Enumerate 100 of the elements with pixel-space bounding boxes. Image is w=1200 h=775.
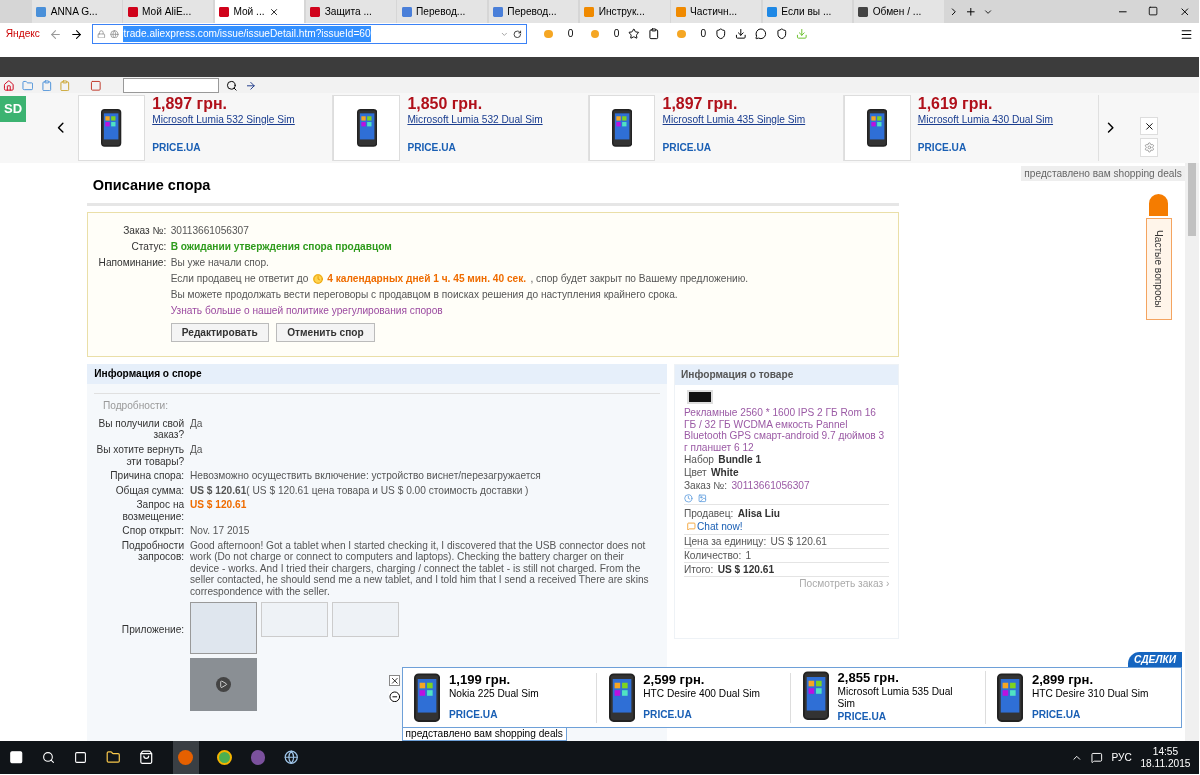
price-text: 1,619 грн. [917, 94, 994, 114]
video-thumbnail[interactable] [189, 658, 257, 711]
clipboard-icon[interactable] [40, 79, 53, 92]
source-logo: PRICE.UA [449, 708, 499, 723]
search-field[interactable] [123, 78, 219, 93]
product-link[interactable]: Microsoft Lumia 435 Single Sim [662, 113, 830, 126]
task-view-icon[interactable] [73, 751, 87, 765]
browser-tab[interactable]: Перевод... [397, 0, 488, 24]
field-value: Да [189, 443, 204, 457]
countdown-text: 4 календарных дней 1 ч. 45 мин. 40 сек. [327, 271, 527, 286]
product-link[interactable]: Microsoft Lumia 532 Single Sim [152, 113, 319, 126]
search-icon[interactable] [42, 751, 56, 765]
store-icon[interactable] [139, 750, 154, 765]
field-label: Вы хотите вернуть эти товары? [95, 443, 185, 468]
tab-favicon-icon [858, 6, 869, 17]
action-button[interactable]: Редактировать [170, 322, 269, 342]
price-text: 1,199 грн. [449, 673, 512, 688]
forward-icon[interactable] [70, 27, 84, 41]
price-text: 2,855 грн. [837, 671, 900, 686]
notification-icon[interactable] [1091, 751, 1103, 764]
field-label: Итого: [683, 563, 714, 577]
tab-favicon-icon [766, 6, 777, 17]
browser-tab[interactable]: Мой AliE... [123, 0, 214, 24]
counter-text: 0 [613, 27, 620, 42]
screenshot-thumbnail[interactable] [332, 601, 399, 637]
product-thumbnail[interactable] [843, 94, 911, 162]
policy-link[interactable]: Узнать больше о нашей политике урегулирования споров [170, 302, 443, 319]
play-icon[interactable] [216, 677, 231, 692]
browser-tab[interactable]: ANNA G... [31, 0, 122, 24]
screenshot-thumbnail[interactable] [189, 601, 257, 655]
field-value: US $ 120.61 [717, 563, 775, 577]
price-text: 2,899 грн. [1031, 673, 1095, 688]
product-link[interactable]: Microsoft Lumia 430 Dual Sim [917, 113, 1085, 126]
field-label: Напоминание: [97, 255, 167, 270]
clock-date: 18.11.2015 [1140, 757, 1191, 770]
source-logo: PRICE.UA [1031, 708, 1082, 723]
browser-tab[interactable]: Обмен / ... [853, 0, 944, 24]
close-icon[interactable] [268, 6, 279, 17]
search-engine-label[interactable]: Яндекс [5, 26, 40, 42]
screenshot-thumbnail[interactable] [260, 601, 328, 637]
field-label: Количество: [683, 549, 742, 563]
back-icon[interactable] [48, 27, 62, 41]
counter-text: 0 [567, 27, 574, 42]
field-label: Продавец: [683, 506, 734, 520]
language-indicator[interactable]: РУС [1111, 750, 1132, 766]
close-icon[interactable] [1178, 5, 1191, 18]
globe-icon[interactable] [284, 750, 299, 765]
clipboard-icon[interactable] [648, 28, 661, 40]
field-label: Причина спора: [109, 470, 185, 482]
new-tab-icon[interactable] [965, 5, 978, 18]
clock-time: 14:55 [1152, 746, 1179, 758]
folder-icon[interactable] [105, 750, 121, 765]
menu-icon[interactable] [1180, 27, 1194, 41]
deadline-text: Если продавец не ответит до [170, 271, 309, 286]
field-label: Заказ №: [683, 479, 728, 493]
source-logo: PRICE.UA [917, 140, 968, 155]
star-icon[interactable] [628, 28, 640, 40]
help-tab[interactable]: Частые вопросы [1145, 218, 1172, 320]
product-link[interactable]: Рекламные 2560 * 1600 IPS 2 ГБ Rom 16 ГБ / 32 ГБ WCDMA емкость Pannel Bluetooth GPS смарт-android 9.7 дюймов 3 г планшет 6 12 [683, 407, 890, 454]
maximize-icon[interactable] [1148, 5, 1159, 16]
product-name[interactable]: Nokia 225 Dual Sim [449, 687, 580, 700]
phone-drawing [101, 109, 122, 147]
chat-icon[interactable] [755, 28, 768, 40]
field-value[interactable]: 30113661056307 [731, 479, 810, 493]
status-text: В ожидании утверждения спора продавцом [170, 239, 392, 254]
tab-favicon-icon [492, 6, 503, 17]
home-icon[interactable] [2, 79, 15, 92]
url-text: trade.aliexpress.com/issue/issueDetail.htm?issueId=60 [123, 26, 371, 42]
browser-tab[interactable]: Защита ... [305, 0, 396, 24]
product-name[interactable]: Microsoft Lumia 535 Dual Sim [837, 685, 969, 710]
product-name[interactable]: HTC Desire 400 Dual Sim [643, 687, 774, 700]
clock-icon [312, 273, 323, 284]
action-button[interactable]: Отменить спор [276, 322, 375, 342]
field-label: Набор [683, 453, 714, 467]
page-title: Описание спора [92, 176, 212, 196]
source-logo: PRICE.UA [152, 140, 202, 155]
browser-tab[interactable]: Если вы ... [762, 0, 853, 24]
chat-link[interactable]: Chat now! [696, 519, 743, 533]
field-label: Вы получили свой заказ? [97, 417, 185, 442]
field-value: US $ 120.61 [770, 535, 827, 549]
download-icon[interactable] [735, 28, 747, 40]
clipboard-icon[interactable] [59, 79, 71, 92]
browser-tab[interactable]: Инструк... [579, 0, 670, 24]
browser-tab[interactable]: Перевод... [488, 0, 579, 24]
browser-tab[interactable]: Мой ... [214, 0, 305, 24]
field-value: Bundle 1 [718, 453, 762, 467]
product-link[interactable]: Microsoft Lumia 532 Dual Sim [407, 113, 575, 126]
product-name[interactable]: HTC Desire 310 Dual Sim [1031, 687, 1163, 700]
search-icon[interactable] [226, 79, 238, 92]
product-thumbnail[interactable] [333, 94, 401, 162]
field-label: Цвет [683, 466, 707, 480]
shield-icon[interactable] [775, 28, 788, 40]
price-text: 1,850 грн. [407, 94, 484, 114]
product-thumbnail[interactable] [588, 94, 656, 162]
field-value: White [711, 466, 739, 480]
globe-icon [110, 29, 120, 39]
reload-icon[interactable] [513, 29, 522, 39]
product-thumbnail[interactable] [78, 94, 145, 162]
tab-favicon-icon [675, 6, 686, 17]
browser-tab[interactable]: Частичн... [671, 0, 762, 24]
